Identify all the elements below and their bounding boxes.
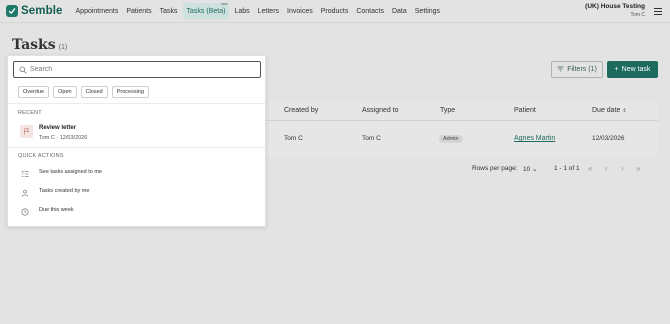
- chip-overdue[interactable]: Overdue: [18, 86, 50, 98]
- flag-icon: [20, 125, 33, 138]
- prev-page-icon[interactable]: ‹: [605, 164, 608, 173]
- quick-action-label: Tasks created by me: [39, 188, 90, 194]
- plus-icon: +: [614, 66, 619, 73]
- user-name: Tom C: [630, 12, 645, 18]
- col-type[interactable]: Type: [440, 107, 455, 114]
- new-task-label: New task: [621, 66, 651, 73]
- divider: [8, 147, 265, 148]
- nav-contacts[interactable]: Contacts: [356, 3, 384, 19]
- semble-logo-icon: [6, 5, 18, 17]
- chip-open[interactable]: Open: [53, 86, 77, 98]
- nav-settings[interactable]: Settings: [415, 3, 440, 19]
- type-badge: Admin: [439, 135, 463, 143]
- org-name: (UK) House Testing: [585, 3, 645, 10]
- search-input[interactable]: [30, 66, 250, 73]
- filters-label: Filters (1): [567, 66, 597, 73]
- quick-actions-section-label: QUICK ACTIONS: [18, 153, 64, 159]
- first-page-icon[interactable]: «: [588, 164, 592, 173]
- new-badge: new: [221, 2, 228, 6]
- page-title: Tasks (1): [12, 37, 67, 53]
- task-count: (1): [58, 44, 68, 51]
- nav-tasks-beta[interactable]: Tasks (Beta) new: [182, 2, 230, 19]
- quick-action-created-by-me[interactable]: Tasks created by me: [13, 184, 261, 202]
- divider: [8, 103, 265, 104]
- nav-appointments[interactable]: Appointments: [76, 3, 119, 19]
- quick-action-assigned-to-me[interactable]: See tasks assigned to me: [13, 165, 261, 183]
- page-title-text: Tasks: [12, 37, 56, 53]
- cell-assigned-to: Tom C: [362, 135, 381, 142]
- pagination-range: 1 - 1 of 1: [554, 165, 580, 172]
- recent-item[interactable]: Review letter Tom C · 12/03/2026: [13, 120, 261, 146]
- nav-letters[interactable]: Letters: [258, 3, 279, 19]
- cell-due-date: 12/03/2026: [592, 135, 625, 142]
- rows-per-page-label: Rows per page:: [472, 165, 518, 172]
- search-popup: Overdue Open Closed Processing RECENT Re…: [7, 55, 266, 227]
- recent-section-label: RECENT: [18, 110, 42, 116]
- col-created-by[interactable]: Created by: [284, 107, 318, 114]
- nav-tasks[interactable]: Tasks: [160, 3, 178, 19]
- new-task-button[interactable]: + New task: [607, 61, 658, 78]
- last-page-icon[interactable]: »: [636, 164, 640, 173]
- hamburger-menu-icon[interactable]: [654, 8, 662, 17]
- brand-logo[interactable]: Semble: [6, 5, 63, 17]
- rows-per-page-select[interactable]: 10 ⌄: [523, 165, 538, 173]
- nav-data[interactable]: Data: [392, 3, 407, 19]
- nav-products[interactable]: Products: [321, 3, 349, 19]
- col-patient[interactable]: Patient: [514, 107, 536, 114]
- nav-patients[interactable]: Patients: [126, 3, 151, 19]
- top-navigation: Semble Appointments Patients Tasks Tasks…: [0, 0, 670, 23]
- col-assigned-to[interactable]: Assigned to: [362, 107, 399, 114]
- nav-invoices[interactable]: Invoices: [287, 3, 313, 19]
- quick-action-label: See tasks assigned to me: [39, 169, 102, 175]
- org-switcher[interactable]: (UK) House Testing Tom C: [585, 3, 645, 18]
- main-nav: Appointments Patients Tasks Tasks (Beta)…: [76, 0, 449, 23]
- chip-processing[interactable]: Processing: [111, 86, 149, 98]
- sort-icon[interactable]: ⇕: [622, 108, 626, 114]
- quick-action-due-this-week[interactable]: Due this week: [13, 203, 261, 221]
- clock-icon: [21, 208, 29, 216]
- patient-link[interactable]: Agnes Martin: [514, 135, 555, 142]
- next-page-icon[interactable]: ›: [621, 164, 624, 173]
- recent-item-subtitle: Tom C · 12/03/2026: [39, 135, 88, 141]
- col-due-date[interactable]: Due date ⇕: [592, 107, 627, 114]
- recent-item-title: Review letter: [39, 125, 77, 131]
- status-filter-chips: Overdue Open Closed Processing: [18, 86, 153, 98]
- search-field[interactable]: [13, 61, 261, 78]
- user-icon: [21, 189, 29, 197]
- chip-closed[interactable]: Closed: [80, 86, 108, 98]
- nav-labs[interactable]: Labs: [234, 3, 249, 19]
- rows-per-page-value: 10: [523, 166, 531, 173]
- search-icon: [19, 65, 27, 74]
- chevron-down-icon: ⌄: [532, 166, 538, 173]
- filter-icon: [557, 66, 564, 74]
- nav-tasks-beta-label: Tasks (Beta): [186, 7, 226, 15]
- list-check-icon: [21, 170, 29, 177]
- cell-created-by: Tom C: [284, 135, 303, 142]
- brand-name: Semble: [21, 5, 63, 17]
- col-due-date-label: Due date: [592, 107, 621, 114]
- quick-action-label: Due this week: [39, 207, 74, 213]
- filters-button[interactable]: Filters (1): [551, 61, 603, 78]
